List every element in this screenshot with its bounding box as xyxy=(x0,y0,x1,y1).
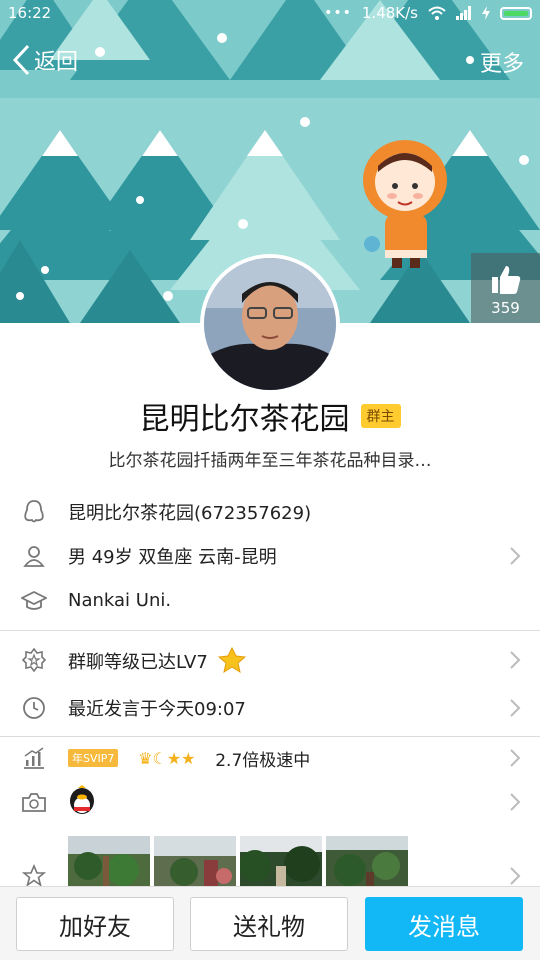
navigation-bar: 返回 更多 xyxy=(0,40,540,84)
status-time: 16:22 xyxy=(8,4,52,22)
chevron-right-icon xyxy=(510,867,521,885)
divider xyxy=(0,630,540,631)
svip-badge: 年SVIP7 xyxy=(68,749,119,767)
chevron-right-icon xyxy=(510,651,521,669)
wifi-icon xyxy=(428,6,446,20)
signal-icon xyxy=(456,6,471,20)
battery-icon xyxy=(500,6,532,20)
profile-name: 昆明比尔茶花园 xyxy=(139,402,350,437)
avatar[interactable] xyxy=(200,254,340,394)
photo-wall xyxy=(68,836,408,890)
status-bar: 16:22 ••• 1.48K/s xyxy=(0,0,540,28)
send-message-button[interactable]: 发消息 xyxy=(365,897,523,951)
pet-row[interactable] xyxy=(0,780,540,824)
vip-level-icons: ♛☾★★ xyxy=(138,748,196,768)
vip-content: 年SVIP7 ♛☾★★ 2.7倍极速中 xyxy=(68,746,310,771)
account-text: 昆明比尔茶花园(672357629) xyxy=(68,503,312,524)
photo-thumbnail[interactable] xyxy=(326,836,408,890)
group-level-label: 群聊等级已达LV7 xyxy=(68,651,208,673)
chevron-right-icon xyxy=(510,793,521,811)
last-post-row[interactable]: 最近发言于今天09:07 xyxy=(0,686,540,730)
charging-icon xyxy=(482,6,490,20)
chevron-right-icon xyxy=(510,547,521,565)
thumbs-up-icon xyxy=(491,266,520,294)
like-count: 359 xyxy=(491,299,520,317)
more-button[interactable]: 更多 xyxy=(480,46,524,78)
school-text: Nankai Uni. xyxy=(68,589,172,611)
group-level-row[interactable]: 群聊等级已达LV7 xyxy=(0,638,540,682)
profile-signature[interactable]: 比尔茶花园扦插两年至三年茶花品种目录… xyxy=(0,446,540,471)
clock-icon xyxy=(20,694,48,722)
gold-star-icon xyxy=(217,646,246,673)
chevron-left-icon xyxy=(12,44,30,76)
vip-speed-text: 2.7倍极速中 xyxy=(215,750,311,771)
badge-star-icon xyxy=(20,646,48,674)
back-button[interactable]: 返回 xyxy=(12,44,78,76)
bottom-action-bar: 加好友 送礼物 发消息 xyxy=(0,886,540,960)
school-row[interactable]: Nankai Uni. xyxy=(0,578,540,622)
group-level-text: 群聊等级已达LV7 xyxy=(68,646,246,674)
growth-chart-icon xyxy=(20,744,48,772)
personal-info-text: 男 49岁 双鱼座 云南-昆明 xyxy=(68,547,277,568)
qq-pet-icon xyxy=(68,784,96,820)
owner-badge: 群主 xyxy=(360,404,401,428)
profile-name-row: 昆明比尔茶花园 群主 xyxy=(0,394,540,438)
photo-thumbnail[interactable] xyxy=(240,836,322,890)
add-friend-button[interactable]: 加好友 xyxy=(16,897,174,951)
chevron-right-icon xyxy=(510,749,521,767)
camera-crown-icon xyxy=(20,788,48,816)
person-icon xyxy=(20,542,48,570)
network-speed: 1.48K/s xyxy=(361,4,418,22)
photo-thumbnail[interactable] xyxy=(154,836,236,890)
chevron-right-icon xyxy=(510,699,521,717)
personal-info-row[interactable]: 男 49岁 双鱼座 云南-昆明 xyxy=(0,534,540,578)
graduation-cap-icon xyxy=(20,586,48,614)
avatar-photo xyxy=(204,258,336,390)
send-gift-button[interactable]: 送礼物 xyxy=(190,897,348,951)
like-button[interactable]: 359 xyxy=(471,253,540,323)
photo-thumbnail[interactable] xyxy=(68,836,150,890)
penguin-outline-icon xyxy=(20,498,48,526)
account-row[interactable]: 昆明比尔茶花园(672357629) xyxy=(0,490,540,534)
last-post-text: 最近发言于今天09:07 xyxy=(68,699,246,720)
vip-row[interactable]: 年SVIP7 ♛☾★★ 2.7倍极速中 xyxy=(0,736,540,780)
status-more-dots: ••• xyxy=(324,5,352,21)
back-label: 返回 xyxy=(34,50,79,75)
